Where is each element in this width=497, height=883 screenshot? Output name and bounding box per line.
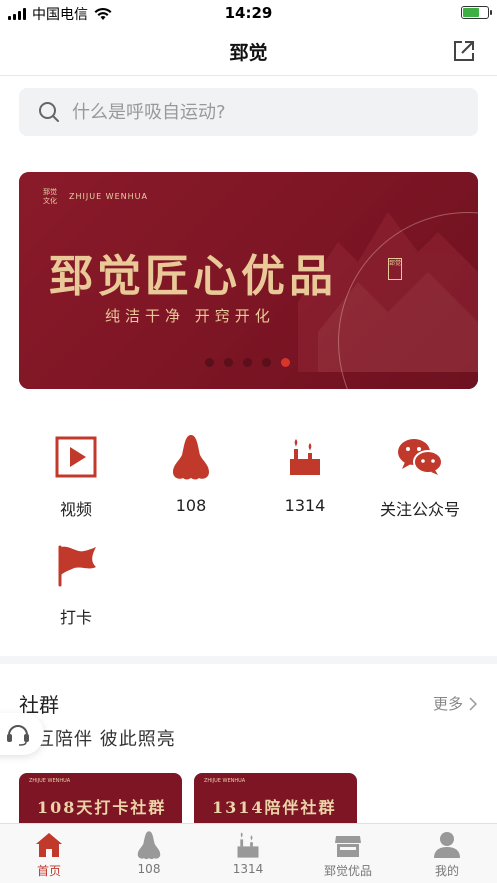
search-input[interactable] [72, 101, 432, 123]
quick-menu-label: 1314 [284, 496, 326, 515]
card-brand: ZHIJUE WENHUA [204, 778, 246, 784]
page-title: 郅觉 [229, 42, 268, 64]
flag-icon [58, 545, 96, 587]
quick-menu-1314[interactable]: 1314 [250, 432, 360, 515]
play-video-icon [55, 436, 97, 478]
tab-label: 108 [137, 862, 161, 876]
profile-icon [434, 832, 460, 858]
quick-menu-video[interactable]: 视频 [21, 432, 131, 520]
carousel-dot[interactable] [243, 358, 252, 367]
card-brand: ZHIJUE WENHUA [29, 778, 71, 784]
banner-brand-cn: 郅觉文化 [43, 188, 57, 205]
carousel-dot[interactable] [262, 358, 271, 367]
tab-home[interactable]: 首页 [9, 830, 89, 879]
quick-menu-label: 打卡 [59, 608, 92, 627]
status-time: 14:29 [224, 4, 273, 22]
banner-seal: 郅觉 [388, 258, 402, 280]
customer-service-button[interactable] [0, 713, 44, 755]
nose-icon [137, 831, 161, 860]
share-icon[interactable] [453, 40, 475, 62]
quick-menu-checkin[interactable]: 打卡 [21, 540, 131, 628]
bottom-tab-bar: 首页 108 1314 郅觉优品 我的 [0, 823, 497, 883]
tab-label: 郅觉优品 [323, 864, 372, 878]
nose-icon [173, 435, 209, 480]
candles-icon [290, 439, 320, 475]
nav-bar: 郅觉 [0, 26, 497, 76]
wechat-icon [398, 439, 443, 475]
tab-label: 1314 [232, 862, 264, 876]
status-bar: 中国电信 14:29 [0, 0, 497, 26]
section-divider [0, 656, 497, 664]
headset-icon [7, 725, 29, 746]
card-title: 1314陪伴社群 [212, 798, 337, 817]
carousel-dot-active[interactable] [281, 358, 290, 367]
community-more-link[interactable]: 更多 [433, 693, 477, 714]
tab-label: 首页 [36, 864, 61, 878]
card-title: 108天打卡社群 [37, 798, 167, 817]
carousel-indicator [205, 358, 290, 367]
shop-icon [335, 836, 361, 857]
carousel-dot[interactable] [224, 358, 233, 367]
home-icon [36, 833, 62, 857]
banner-subtitle: 纯洁干净 开窍开化 [105, 307, 275, 325]
more-label: 更多 [432, 695, 463, 713]
chevron-right-icon [469, 696, 477, 711]
quick-menu-label: 视频 [59, 500, 92, 519]
tab-108[interactable]: 108 [109, 830, 189, 876]
carousel-dot[interactable] [205, 358, 214, 367]
quick-menu-label: 108 [175, 496, 207, 515]
tab-label: 我的 [434, 864, 459, 878]
banner-title: 郅觉匠心优品 [49, 251, 337, 302]
quick-menu-label: 关注公众号 [379, 500, 460, 519]
search-icon [39, 102, 59, 122]
tab-shop[interactable]: 郅觉优品 [308, 830, 388, 879]
promo-banner[interactable]: 郅觉文化 ZHIJUE WENHUA 郅觉匠心优品 郅觉 纯洁干净 开窍开化 [19, 172, 478, 389]
candles-icon [237, 832, 259, 858]
quick-menu-108[interactable]: 108 [136, 432, 246, 515]
community-subtitle: 互陪伴 彼此照亮 [36, 729, 176, 750]
tab-1314[interactable]: 1314 [208, 830, 288, 876]
banner-brand-en: ZHIJUE WENHUA [69, 192, 148, 201]
battery-icon [461, 6, 492, 19]
tab-profile[interactable]: 我的 [407, 830, 487, 879]
quick-menu-wechat[interactable]: 关注公众号 [365, 432, 475, 520]
search-bar[interactable] [19, 88, 478, 136]
